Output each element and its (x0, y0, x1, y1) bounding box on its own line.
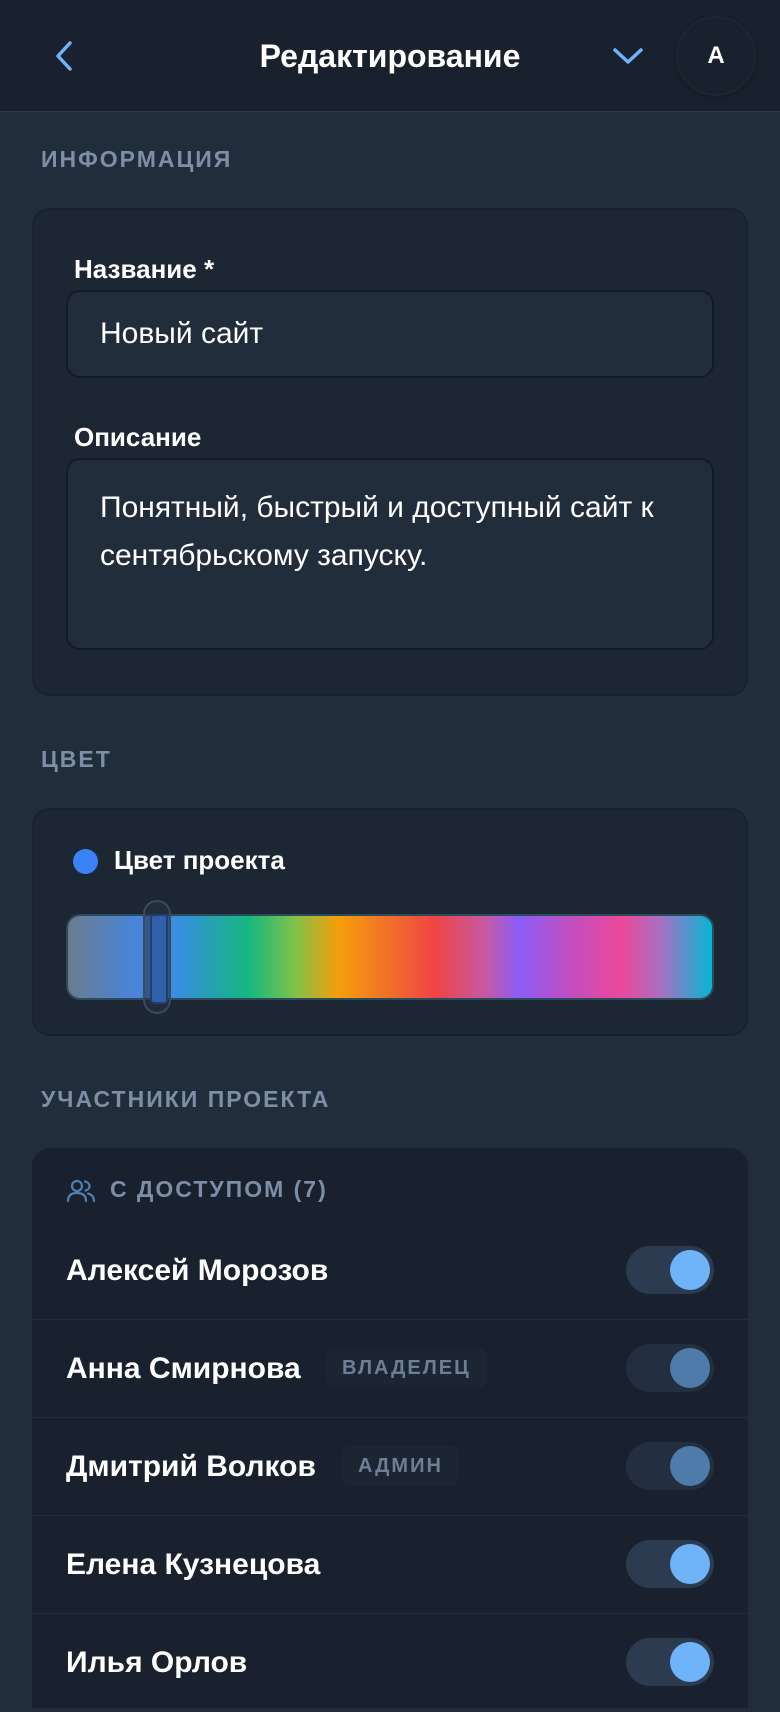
app-header: Редактирование А (0, 0, 780, 112)
dropdown-button[interactable] (604, 30, 652, 82)
member-row: Анна Смирнова ВЛАДЕЛЕЦ (32, 1320, 748, 1418)
member-name: Анна Смирнова (66, 1352, 301, 1385)
color-label: Цвет проекта (114, 845, 285, 875)
chevron-down-icon (613, 48, 643, 64)
member-row: Дмитрий Волков АДМИН (32, 1418, 748, 1516)
toggle-knob (670, 1250, 710, 1290)
member-name: Дмитрий Волков (66, 1450, 316, 1483)
color-swatch (73, 849, 98, 874)
member-row: Илья Орлов (32, 1614, 748, 1712)
name-label: Название * (74, 254, 215, 284)
member-access-toggle[interactable] (626, 1246, 714, 1294)
member-access-toggle[interactable] (626, 1442, 714, 1490)
role-badge: АДМИН (342, 1446, 459, 1486)
member-name: Илья Орлов (66, 1646, 248, 1679)
section-label-members: УЧАСТНИКИ ПРОЕКТА (41, 1086, 331, 1112)
users-icon (66, 1179, 96, 1203)
avatar[interactable]: А (678, 18, 754, 94)
member-access-toggle[interactable] (626, 1638, 714, 1686)
section-label-color: ЦВЕТ (41, 746, 112, 772)
back-button[interactable] (42, 30, 86, 82)
section-label-info: ИНФОРМАЦИЯ (41, 146, 233, 172)
role-badge: ВЛАДЕЛЕЦ (326, 1348, 487, 1388)
description-input[interactable] (66, 458, 714, 650)
members-group-label: С ДОСТУПОМ (7) (110, 1176, 328, 1202)
toggle-knob (670, 1544, 710, 1584)
member-access-toggle[interactable] (626, 1540, 714, 1588)
member-name: Алексей Морозов (66, 1254, 329, 1287)
name-input[interactable] (66, 290, 714, 378)
member-access-toggle[interactable] (626, 1344, 714, 1392)
description-label: Описание (74, 422, 202, 452)
member-name: Елена Кузнецова (66, 1548, 321, 1581)
toggle-knob (670, 1348, 710, 1388)
page-title: Редактирование (259, 38, 521, 74)
member-row: Елена Кузнецова (32, 1516, 748, 1614)
member-row: Алексей Морозов (32, 1222, 748, 1320)
toggle-knob (670, 1642, 710, 1682)
toggle-knob (670, 1446, 710, 1486)
chevron-left-icon (56, 41, 72, 71)
hue-slider-handle[interactable] (142, 900, 171, 1014)
